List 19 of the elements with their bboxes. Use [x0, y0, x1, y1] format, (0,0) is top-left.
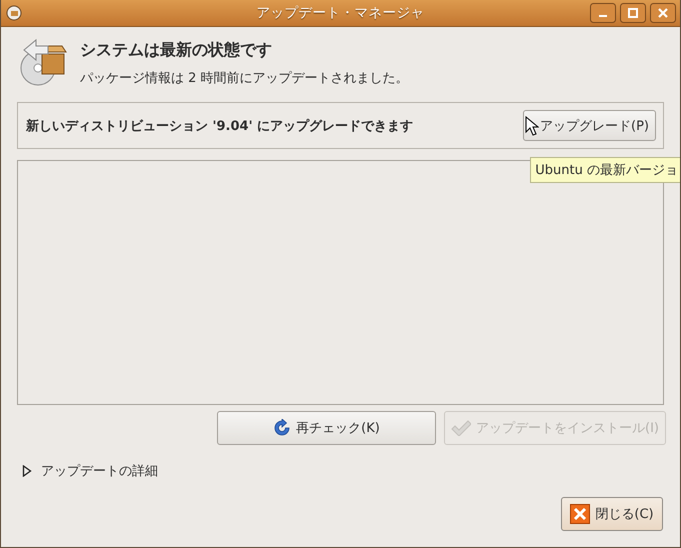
upgrade-message: 新しいディストリビューション '9.04' にアップグレードできます — [26, 118, 414, 134]
upgrade-button[interactable]: アップグレード(P) — [523, 110, 656, 141]
tooltip: Ubuntu の最新バージョ — [530, 157, 680, 183]
status-title: システムは最新の状態です — [80, 40, 273, 61]
close-icon — [570, 504, 590, 524]
refresh-icon — [273, 419, 292, 437]
expander-arrow-icon[interactable] — [22, 465, 32, 477]
close-window-button[interactable] — [650, 3, 676, 23]
minimize-button[interactable] — [590, 3, 616, 23]
mouse-pointer-icon — [525, 116, 539, 136]
close-button[interactable]: 閉じる(C) — [561, 497, 663, 531]
details-expander[interactable]: アップデートの詳細 — [41, 462, 158, 480]
status-subtitle: パッケージ情報は 2 時間前にアップデートされました。 — [80, 70, 409, 87]
app-icon[interactable] — [6, 5, 22, 21]
maximize-button[interactable] — [620, 3, 646, 23]
package-update-icon — [18, 38, 68, 88]
recheck-button[interactable]: 再チェック(K) — [217, 411, 436, 445]
window-title: アップデート・マネージャ — [256, 4, 426, 22]
checkmark-icon — [451, 420, 471, 436]
